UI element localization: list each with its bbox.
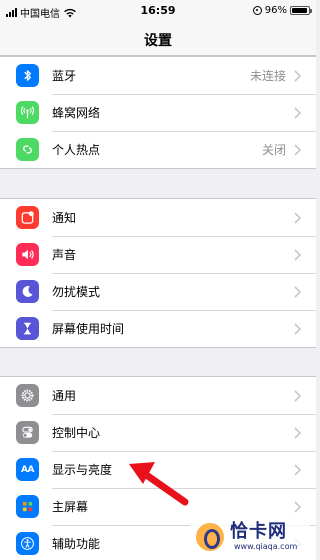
page-title: 设置 [144,33,172,49]
orientation-lock-icon [252,6,262,15]
settings-row-label: 通用 [52,389,77,403]
settings-group-notifications: 通知 声音 勿扰模式 屏幕使用时间 [0,198,316,348]
settings-row-label: 通知 [52,211,77,225]
text-size-icon: AA [16,458,39,481]
watermark-title: 恰卡网 [230,521,287,542]
status-bar: 中国电信 16:59 96% [0,0,316,22]
battery-icon [290,6,312,15]
settings-row-cellular[interactable]: 蜂窝网络 [0,94,316,131]
notifications-icon [16,206,39,229]
moon-icon [16,280,39,303]
chevron-right-icon [294,463,302,476]
accessibility-icon [16,532,39,555]
bluetooth-icon [16,64,39,87]
hotspot-icon [16,138,39,161]
settings-row-screen-time[interactable]: 屏幕使用时间 [0,310,316,347]
gear-icon [16,384,39,407]
chevron-right-icon [294,248,302,261]
settings-row-sound[interactable]: 声音 [0,236,316,273]
settings-group-connectivity: 蓝牙 未连接 蜂窝网络 个人热点 关闭 [0,56,316,169]
settings-row-label: 显示与亮度 [52,463,113,477]
status-right: 96% [252,5,312,16]
settings-row-label: 屏幕使用时间 [52,322,125,336]
watermark-url: www.qiaqa.com [234,542,298,551]
settings-row-value: 未连接 [249,69,286,83]
watermark-logo [194,521,226,553]
battery-fill [292,8,308,13]
settings-row-control-center[interactable]: 控制中心 [0,414,316,451]
text-size-glyph: AA [21,464,34,475]
settings-row-bluetooth[interactable]: 蓝牙 未连接 [0,57,316,94]
settings-row-do-not-disturb[interactable]: 勿扰模式 [0,273,316,310]
settings-row-notifications[interactable]: 通知 [0,199,316,236]
chevron-right-icon [294,143,302,156]
chevron-right-icon [294,389,302,402]
nav-bar: 设置 [0,22,316,56]
hourglass-icon [16,317,39,340]
settings-row-value: 关闭 [261,143,286,157]
sound-icon [16,243,39,266]
chevron-right-icon [294,69,302,82]
cellular-icon [16,101,39,124]
annotation-arrow-icon [129,462,189,506]
settings-row-label: 辅助功能 [52,537,101,551]
chevron-right-icon [294,322,302,335]
settings-row-label: 蜂窝网络 [52,106,101,120]
settings-row-hotspot[interactable]: 个人热点 关闭 [0,131,316,168]
chevron-right-icon [294,106,302,119]
toggles-icon [16,421,39,444]
chevron-right-icon [294,426,302,439]
settings-row-label: 主屏幕 [52,500,89,514]
settings-row-label: 个人热点 [52,143,101,157]
chevron-right-icon [294,285,302,298]
settings-row-label: 勿扰模式 [52,285,101,299]
home-screen-icon [16,495,39,518]
settings-row-general[interactable]: 通用 [0,377,316,414]
battery-percent: 96% [264,5,287,16]
chevron-right-icon [294,211,302,224]
settings-row-label: 声音 [52,248,77,262]
settings-row-label: 控制中心 [52,426,101,440]
settings-row-label: 蓝牙 [52,69,77,83]
watermark: 恰卡网 www.qiaqa.com [190,515,310,555]
chevron-right-icon [294,500,302,513]
